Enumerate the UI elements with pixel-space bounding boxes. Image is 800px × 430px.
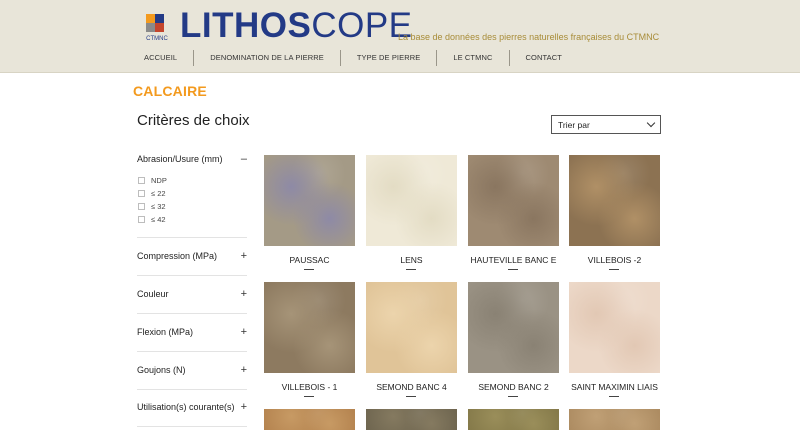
- stone-name[interactable]: SEMOND BANC 4: [366, 382, 457, 392]
- option-label: ≤ 32: [151, 202, 166, 211]
- stone-name[interactable]: HAUTEVILLE BANC E: [468, 255, 559, 265]
- stone-image[interactable]: [264, 282, 355, 373]
- chevron-down-icon: [646, 118, 656, 128]
- stone-image[interactable]: [264, 155, 355, 246]
- expand-icon[interactable]: +: [237, 364, 247, 376]
- filter-label: Goujons (N): [137, 365, 186, 375]
- nav-denomination[interactable]: DENOMINATION DE LA PIERRE: [194, 50, 341, 66]
- stone-name[interactable]: LENS: [366, 255, 457, 265]
- ctmnc-logo-icon[interactable]: CTMNC: [143, 12, 171, 42]
- stone-image[interactable]: [366, 409, 457, 430]
- logo-mark-text: CTMNC: [146, 36, 168, 42]
- stone-underline: [406, 269, 416, 270]
- expand-icon[interactable]: +: [237, 250, 247, 262]
- stone-underline: [304, 269, 314, 270]
- nav-accueil[interactable]: ACCUEIL: [128, 50, 195, 66]
- option-label: ≤ 42: [151, 215, 166, 224]
- filter-flexion[interactable]: Flexion (MPa) +: [137, 325, 247, 339]
- filter-label: Couleur: [137, 289, 169, 299]
- filter-label: Flexion (MPa): [137, 327, 194, 337]
- stone-underline: [609, 269, 619, 270]
- sort-dropdown[interactable]: Trier par: [551, 115, 661, 134]
- stone-image[interactable]: [264, 409, 355, 430]
- stone-image[interactable]: [366, 155, 457, 246]
- checkbox[interactable]: [138, 216, 145, 223]
- stone-name[interactable]: VILLEBOIS - 1: [264, 382, 355, 392]
- nav-le-ctmnc[interactable]: LE CTMNC: [437, 50, 510, 66]
- divider: [137, 275, 247, 276]
- main-nav: ACCUEIL DENOMINATION DE LA PIERRE TYPE D…: [128, 50, 578, 66]
- option-ndp[interactable]: NDP: [138, 174, 167, 187]
- option-22[interactable]: ≤ 22: [138, 187, 167, 200]
- stone-image[interactable]: [468, 282, 559, 373]
- filter-couleur[interactable]: Couleur +: [137, 287, 247, 301]
- logo-word-bold: LITHOS: [180, 6, 312, 45]
- expand-icon[interactable]: +: [237, 288, 247, 300]
- checkbox[interactable]: [138, 190, 145, 197]
- stone-underline: [508, 269, 518, 270]
- checkbox[interactable]: [138, 177, 145, 184]
- abrasion-options: NDP ≤ 22 ≤ 32 ≤ 42: [138, 174, 167, 226]
- stone-image[interactable]: [468, 155, 559, 246]
- stone-underline: [609, 396, 619, 397]
- divider: [137, 313, 247, 314]
- filter-compression[interactable]: Compression (MPa) +: [137, 249, 247, 263]
- stone-underline: [406, 396, 416, 397]
- stone-image[interactable]: [366, 282, 457, 373]
- filter-utilisations[interactable]: Utilisation(s) courante(s) +: [137, 400, 247, 414]
- tagline: La base de données des pierres naturelle…: [398, 32, 660, 42]
- checkbox[interactable]: [138, 203, 145, 210]
- filter-label: Compression (MPa): [137, 251, 218, 261]
- nav-contact[interactable]: CONTACT: [510, 50, 578, 66]
- filter-abrasion[interactable]: Abrasion/Usure (mm) –: [137, 152, 247, 166]
- divider: [137, 237, 247, 238]
- sort-label: Trier par: [558, 119, 590, 130]
- divider: [137, 351, 247, 352]
- expand-icon[interactable]: +: [237, 326, 247, 338]
- stone-name[interactable]: PAUSSAC: [264, 255, 355, 265]
- stone-image[interactable]: [569, 155, 660, 246]
- divider: [137, 426, 247, 427]
- lithoscope-logo[interactable]: LITHOSCOPE: [180, 6, 413, 46]
- option-label: ≤ 22: [151, 189, 166, 198]
- stone-underline: [508, 396, 518, 397]
- divider: [137, 389, 247, 390]
- option-32[interactable]: ≤ 32: [138, 200, 167, 213]
- stone-name[interactable]: SAINT MAXIMIN LIAIS: [569, 382, 660, 392]
- stone-underline: [304, 396, 314, 397]
- stone-name[interactable]: VILLEBOIS -2: [569, 255, 660, 265]
- expand-icon[interactable]: +: [237, 401, 247, 413]
- stone-image[interactable]: [569, 409, 660, 430]
- stone-image[interactable]: [468, 409, 559, 430]
- criteria-title: Critères de choix: [137, 112, 250, 129]
- site-header: CTMNC LITHOSCOPE La base de données des …: [0, 0, 800, 73]
- category-title: CALCAIRE: [133, 83, 207, 99]
- nav-type-de-pierre[interactable]: TYPE DE PIERRE: [341, 50, 438, 66]
- filter-label: Utilisation(s) courante(s): [137, 402, 235, 412]
- filter-goujons[interactable]: Goujons (N) +: [137, 363, 247, 377]
- option-42[interactable]: ≤ 42: [138, 213, 167, 226]
- option-label: NDP: [151, 176, 167, 185]
- stone-name[interactable]: SEMOND BANC 2: [468, 382, 559, 392]
- filter-label: Abrasion/Usure (mm): [137, 154, 223, 164]
- stone-image[interactable]: [569, 282, 660, 373]
- collapse-icon[interactable]: –: [237, 153, 247, 165]
